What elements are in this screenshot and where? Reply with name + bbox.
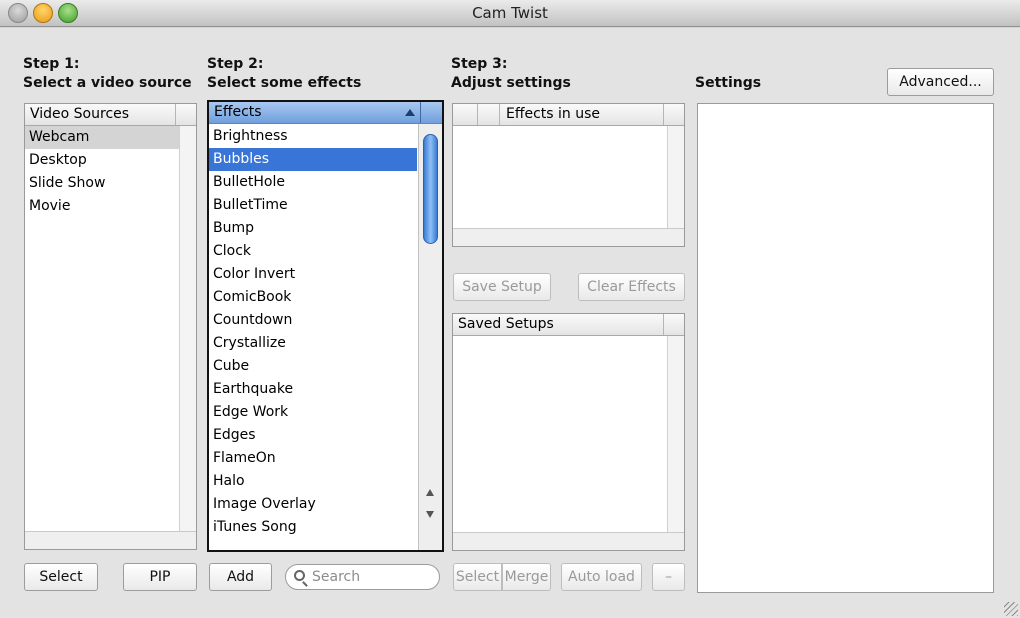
list-item[interactable]: Image Overlay <box>209 493 417 516</box>
step1-heading: Step 1: Select a video source <box>23 55 192 93</box>
effects-in-use-footer <box>453 228 684 246</box>
remove-setup-button[interactable]: – <box>652 563 685 591</box>
effects-scroll-thumb[interactable] <box>423 134 438 244</box>
list-item[interactable]: Webcam <box>25 126 196 149</box>
saved-setups-list[interactable]: Saved Setups <box>452 313 685 551</box>
select-source-button[interactable]: Select <box>24 563 98 591</box>
list-item[interactable]: Movie <box>25 195 196 218</box>
list-item[interactable]: Clock <box>209 240 417 263</box>
effects-scrollbar[interactable] <box>418 124 442 550</box>
save-setup-button[interactable]: Save Setup <box>453 273 551 301</box>
effects-list[interactable]: Effects Brightness Bubbles BulletHole Bulle… <box>207 100 444 552</box>
list-item[interactable]: FlameOn <box>209 447 417 470</box>
step2-number: Step 2: <box>207 56 264 72</box>
video-sources-scrollbar[interactable] <box>179 126 196 531</box>
clear-effects-button[interactable]: Clear Effects <box>578 273 685 301</box>
pip-button[interactable]: PIP <box>123 563 197 591</box>
add-effect-button[interactable]: Add <box>209 563 272 591</box>
saved-setups-footer <box>453 532 684 550</box>
effects-in-use-scrollbar[interactable] <box>667 126 684 228</box>
step1-instruction: Select a video source <box>23 75 192 91</box>
list-item[interactable]: Slide Show <box>25 172 196 195</box>
list-item[interactable]: ComicBook <box>209 286 417 309</box>
effects-header-label: Effects <box>214 104 262 120</box>
column-separator <box>663 104 664 125</box>
resize-grip-icon[interactable] <box>1004 602 1018 616</box>
window-title: Cam Twist <box>472 4 548 22</box>
video-sources-footer <box>25 531 196 549</box>
list-item[interactable]: Brightness <box>209 125 417 148</box>
list-item[interactable]: BulletTime <box>209 194 417 217</box>
list-item[interactable]: Edges <box>209 424 417 447</box>
step2-instruction: Select some effects <box>207 75 362 91</box>
list-item[interactable]: Desktop <box>25 149 196 172</box>
step2-heading: Step 2: Select some effects <box>207 55 361 93</box>
list-item[interactable]: Color Invert <box>209 263 417 286</box>
saved-setups-header[interactable]: Saved Setups <box>453 314 684 336</box>
list-item[interactable]: iTunes Song <box>209 516 417 539</box>
list-item[interactable]: Bubbles <box>209 148 417 171</box>
video-sources-list[interactable]: Video Sources Webcam Desktop Slide Show Mov… <box>24 103 197 550</box>
search-field[interactable]: Search <box>285 564 440 590</box>
list-item[interactable]: Halo <box>209 470 417 493</box>
column-separator <box>663 314 664 335</box>
search-placeholder: Search <box>312 569 361 585</box>
search-icon <box>294 570 305 581</box>
scroll-up-arrow-icon[interactable] <box>426 489 434 496</box>
column-separator <box>477 104 478 125</box>
video-sources-header-label: Video Sources <box>30 106 130 122</box>
list-item[interactable]: Earthquake <box>209 378 417 401</box>
title-bar: Cam Twist <box>0 0 1020 27</box>
sort-ascending-icon <box>405 109 415 116</box>
column-separator <box>499 104 500 125</box>
step3-heading: Step 3: Adjust settings <box>451 55 571 93</box>
settings-heading: Settings <box>695 75 762 91</box>
select-setup-button[interactable]: Select <box>453 563 502 591</box>
effects-in-use-list[interactable]: Effects in use <box>452 103 685 247</box>
effects-in-use-header-label: Effects in use <box>506 106 601 122</box>
list-item[interactable]: Bump <box>209 217 417 240</box>
list-item[interactable]: Countdown <box>209 309 417 332</box>
merge-setup-button[interactable]: Merge <box>502 563 551 591</box>
column-separator <box>175 104 176 125</box>
step3-number: Step 3: <box>451 56 508 72</box>
step1-number: Step 1: <box>23 56 80 72</box>
effects-in-use-header[interactable]: Effects in use <box>453 104 684 126</box>
video-sources-header[interactable]: Video Sources <box>25 104 196 126</box>
list-item[interactable]: Edge Work <box>209 401 417 424</box>
advanced-button[interactable]: Advanced... <box>887 68 994 96</box>
effects-rows: Brightness Bubbles BulletHole BulletTime Bum… <box>209 125 417 550</box>
list-item[interactable]: BulletHole <box>209 171 417 194</box>
scroll-down-arrow-icon[interactable] <box>426 511 434 518</box>
video-sources-rows: Webcam Desktop Slide Show Movie <box>25 126 196 218</box>
column-separator <box>420 102 421 123</box>
list-item[interactable]: Cube <box>209 355 417 378</box>
step3-instruction: Adjust settings <box>451 75 571 91</box>
effects-header[interactable]: Effects <box>209 102 442 124</box>
main-window: Step 1: Select a video source Step 2: Se… <box>0 28 1020 618</box>
saved-setups-scrollbar[interactable] <box>667 336 684 532</box>
auto-load-button[interactable]: Auto load <box>561 563 642 591</box>
settings-panel <box>697 103 994 593</box>
list-item[interactable]: Crystallize <box>209 332 417 355</box>
saved-setups-header-label: Saved Setups <box>458 316 554 332</box>
